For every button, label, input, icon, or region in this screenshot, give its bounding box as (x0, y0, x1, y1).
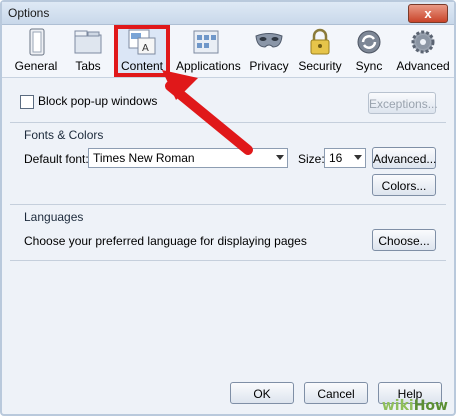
ok-button[interactable]: OK (230, 382, 294, 404)
sync-icon (357, 30, 381, 54)
options-window: Options x General Tabs A Content Applica… (0, 0, 456, 416)
options-toolbar: General Tabs A Content Applications Priv… (2, 25, 454, 78)
cancel-button[interactable]: Cancel (304, 382, 368, 404)
size-select[interactable]: 16 (324, 148, 366, 168)
tab-advanced-label: Advanced (396, 59, 450, 73)
tab-security-label: Security (298, 59, 342, 73)
tab-content[interactable]: A Content (114, 25, 170, 77)
wikihow-watermark: wikiHow (382, 398, 448, 414)
languages-heading: Languages (24, 210, 84, 224)
general-icon (29, 28, 45, 56)
content-icon: A (128, 29, 156, 55)
tab-privacy[interactable]: Privacy (246, 27, 292, 75)
tab-general[interactable]: General (12, 27, 60, 75)
languages-description: Choose your preferred language for displ… (24, 234, 307, 248)
default-font-select[interactable]: Times New Roman (88, 148, 288, 168)
tab-general-label: General (14, 59, 58, 73)
chevron-down-icon (276, 155, 284, 160)
close-button[interactable]: x (408, 4, 448, 23)
content-pane: Block pop-up windows Exceptions... Fonts… (10, 84, 446, 374)
divider-3 (10, 260, 446, 261)
block-popups-label: Block pop-up windows (38, 94, 158, 108)
divider-1 (10, 122, 446, 123)
size-label: Size: (298, 152, 325, 166)
block-popups-checkbox[interactable] (20, 94, 34, 109)
gear-icon (411, 30, 435, 54)
default-font-label: Default font: (24, 152, 89, 166)
tab-applications-label: Applications (176, 59, 241, 73)
tab-sync[interactable]: Sync (350, 27, 388, 75)
exceptions-button[interactable]: Exceptions... (368, 92, 438, 114)
default-font-value: Times New Roman (93, 151, 195, 165)
window-title: Options (8, 6, 50, 20)
tab-content-label: Content (120, 59, 164, 73)
watermark-how: How (413, 398, 448, 414)
block-popups-row[interactable]: Block pop-up windows (20, 94, 157, 109)
tab-tabs[interactable]: Tabs (68, 27, 108, 75)
colors-button[interactable]: Colors... (372, 174, 436, 196)
size-value: 16 (329, 151, 343, 165)
tab-sync-label: Sync (355, 59, 383, 73)
tab-applications[interactable]: Applications (176, 27, 241, 75)
watermark-wiki: wiki (381, 398, 414, 414)
tab-security[interactable]: Security (298, 27, 342, 75)
tabs-icon (74, 30, 102, 54)
divider-2 (10, 204, 446, 205)
svg-text:A: A (142, 43, 149, 54)
advanced-fonts-button[interactable]: Advanced... (372, 147, 436, 169)
tab-tabs-label: Tabs (75, 59, 101, 73)
privacy-mask-icon (255, 33, 283, 48)
title-bar[interactable]: Options x (2, 2, 454, 25)
chevron-down-icon (354, 155, 362, 160)
choose-language-button[interactable]: Choose... (372, 229, 436, 251)
tab-privacy-label: Privacy (249, 59, 289, 73)
tab-advanced[interactable]: Advanced (396, 27, 450, 75)
fonts-colors-heading: Fonts & Colors (24, 128, 104, 142)
lock-icon (310, 28, 330, 55)
applications-icon (193, 30, 219, 54)
